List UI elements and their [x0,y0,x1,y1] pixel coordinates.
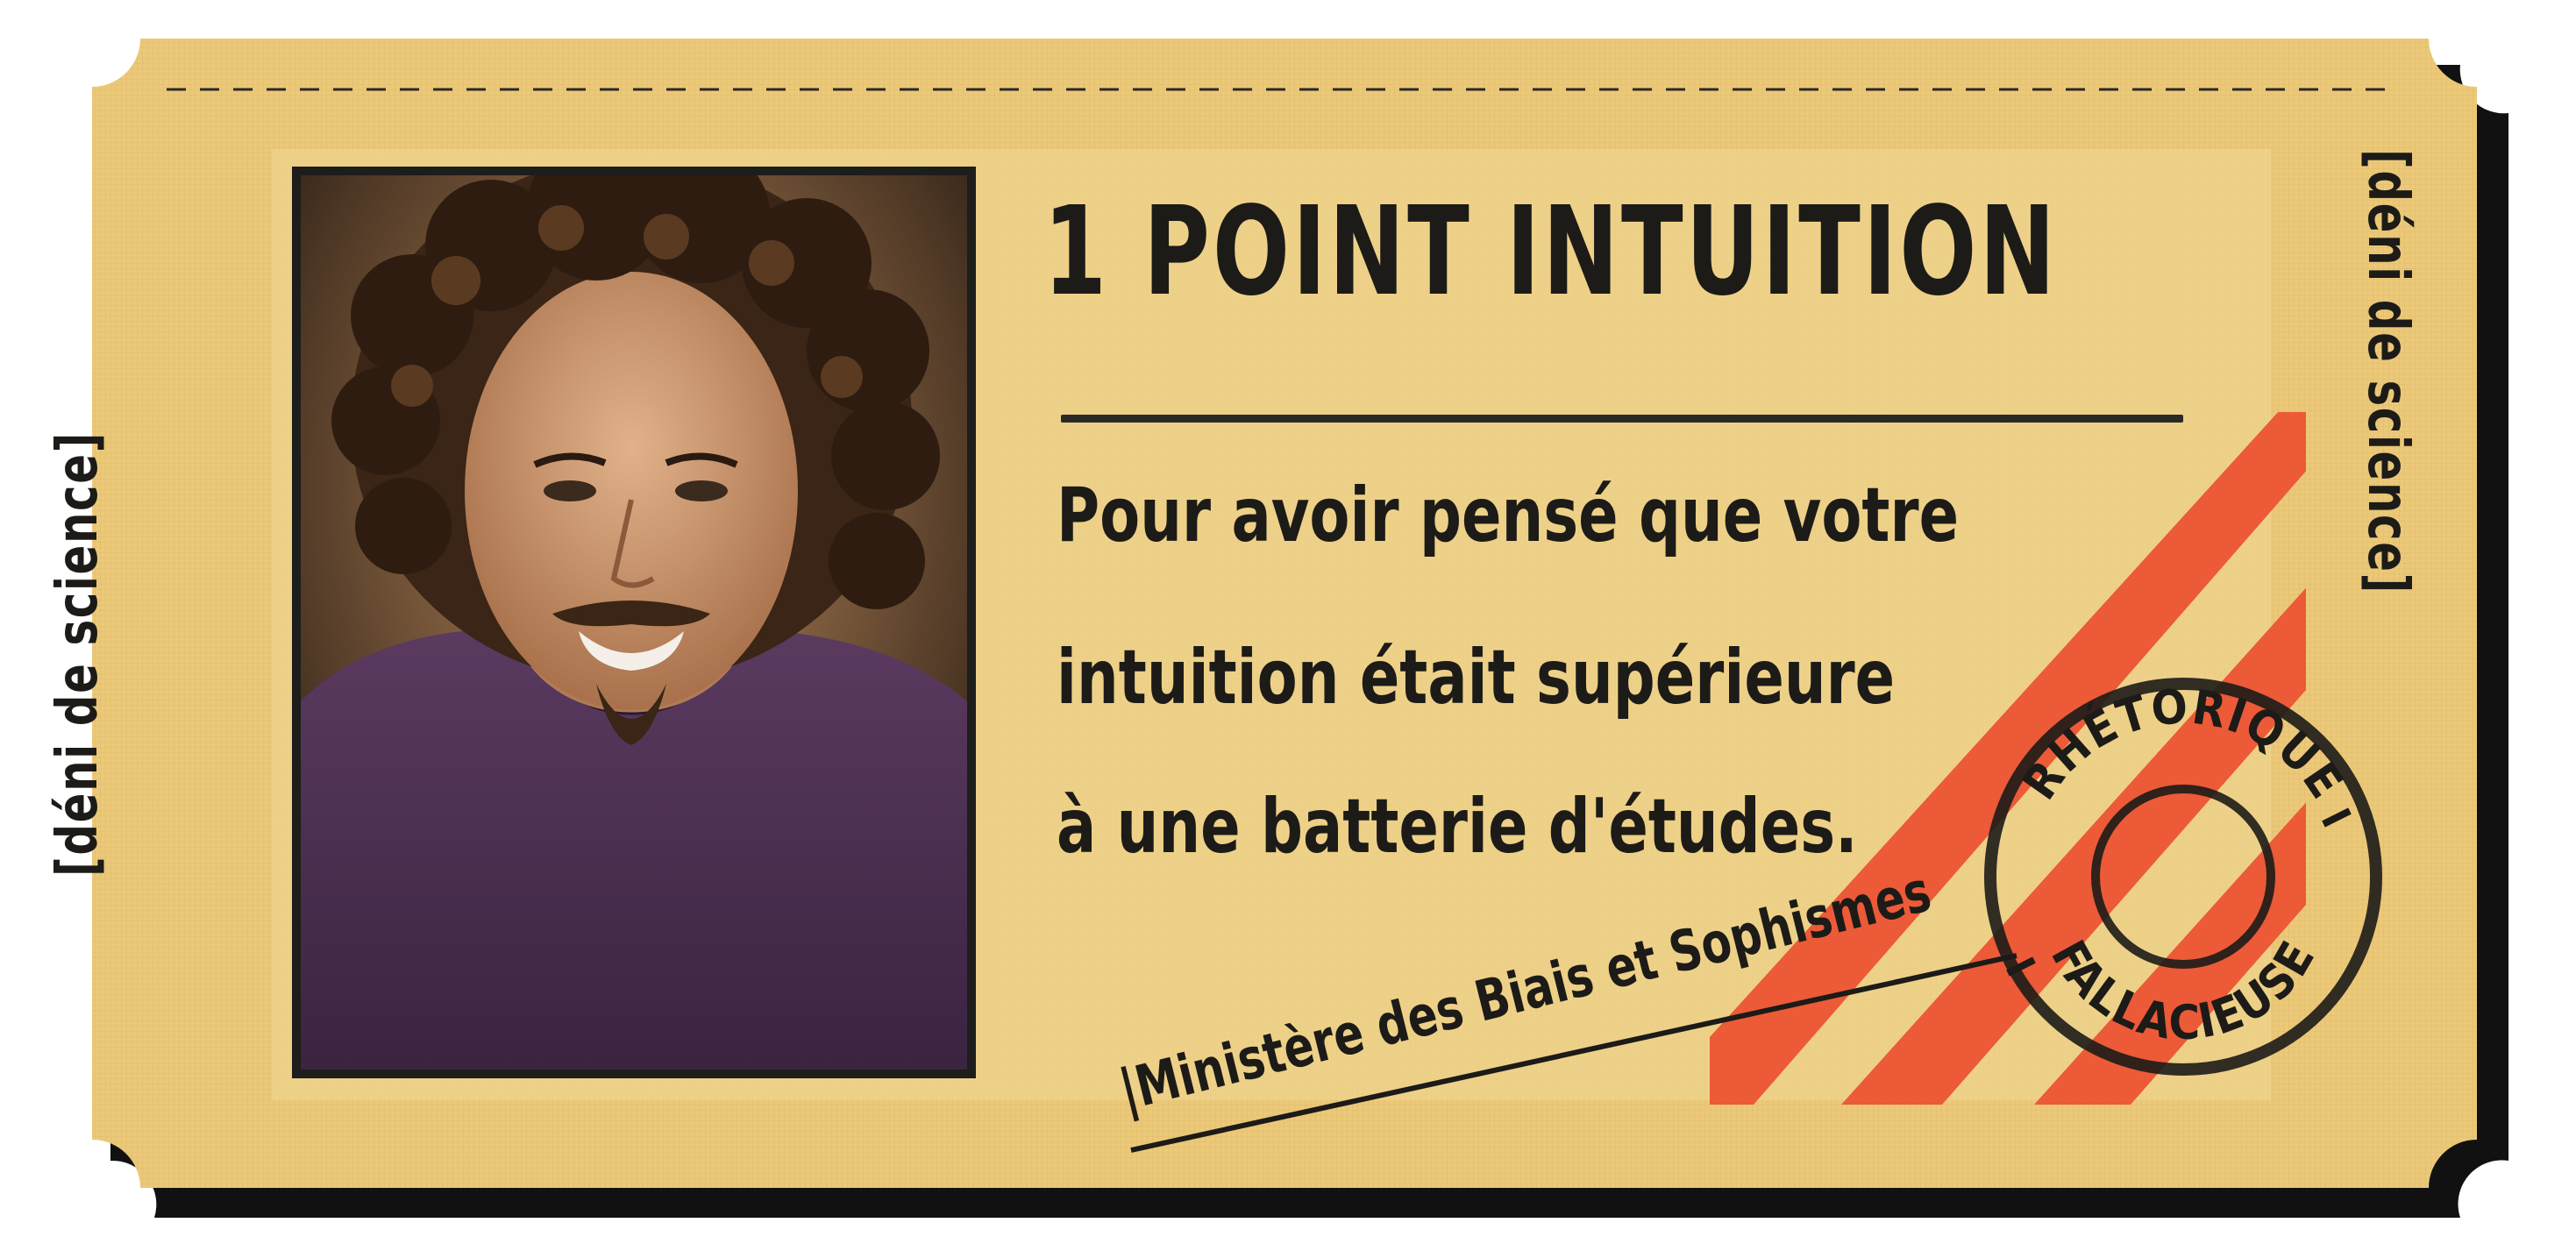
side-label-right: [déni de science] [2355,149,2420,594]
ticket-title: 1 POINT INTUITION [1043,181,2059,323]
side-label-left: [déni de science] [46,431,110,877]
body-line-1: Pour avoir pensé que votre [1057,472,1960,559]
body-line-3: à une batterie d'études. [1057,783,1858,871]
portrait-photo [301,175,967,1070]
title-divider [1061,415,2183,423]
body-line-2: intuition était supérieure [1057,634,1896,721]
